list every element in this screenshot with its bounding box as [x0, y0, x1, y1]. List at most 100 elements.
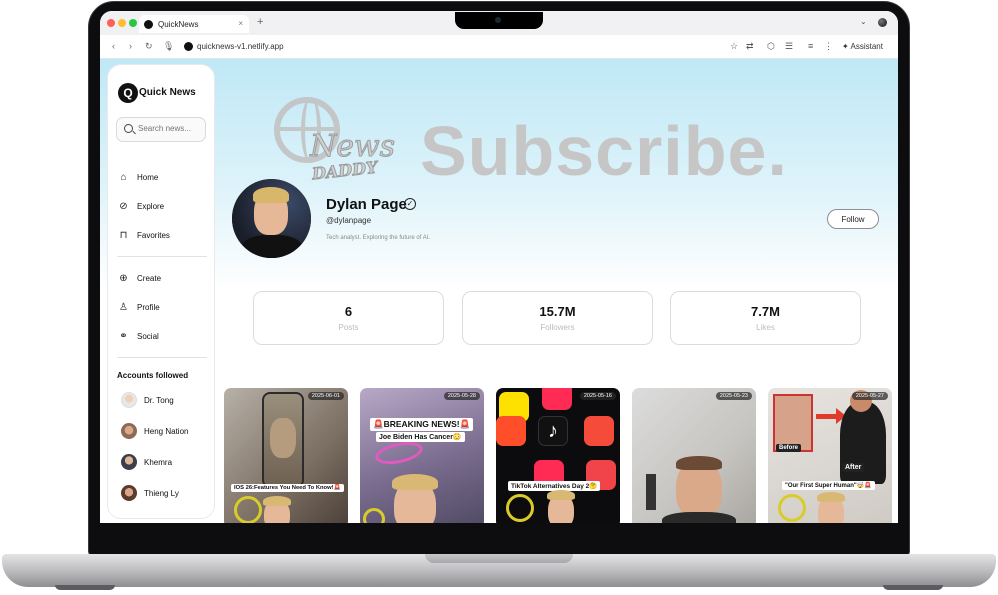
- banner-subscribe-word: Subscribe.: [420, 112, 788, 190]
- sidebar-divider: [117, 256, 207, 257]
- bookmark-star-icon[interactable]: ☆: [730, 41, 738, 52]
- user-icon: ♙: [119, 301, 128, 313]
- account-name: Dr. Tong: [144, 395, 174, 405]
- sidebar-item-explore[interactable]: ⊘ Explore: [118, 198, 208, 214]
- account-name: Khemra: [144, 457, 173, 467]
- avatar: [121, 392, 137, 408]
- sidebar-item-home[interactable]: ⌂ Home: [118, 169, 208, 185]
- logo-text[interactable]: Quick News: [139, 87, 196, 98]
- video-caption-secondary: Joe Biden Has Cancer😳: [376, 432, 465, 442]
- assistant-button[interactable]: ✦ Assistant: [842, 42, 883, 51]
- profile-name: Dylan Page: [326, 196, 407, 213]
- profile-bio: Tech analyst. Exploring the future of AI…: [326, 235, 431, 241]
- stat-card-followers: 15.7M Followers: [462, 291, 653, 345]
- account-name: Thieng Ly: [144, 488, 179, 498]
- accounts-followed-title: Accounts followed: [117, 371, 189, 380]
- sidebar-item-favorites[interactable]: ⊓ Favorites: [118, 227, 208, 243]
- banner-news-word: News: [309, 129, 396, 165]
- tab-close-icon[interactable]: ×: [238, 19, 243, 28]
- microphone-icon[interactable]: 🎙: [163, 41, 174, 52]
- sidebar-item-label: Explore: [137, 201, 165, 211]
- maximize-window-button[interactable]: [129, 19, 137, 27]
- tab-title: QuickNews: [158, 19, 199, 29]
- home-icon: ⌂: [120, 171, 127, 183]
- menu-lines-icon[interactable]: ≡: [808, 41, 813, 51]
- profile-avatar[interactable]: [232, 179, 311, 258]
- followed-account-khemra[interactable]: Khemra: [121, 453, 172, 471]
- stat-value: 6: [344, 304, 353, 319]
- globe-logo-icon: [363, 508, 385, 523]
- sidebar-item-social[interactable]: ⚭ Social: [118, 328, 208, 344]
- laptop-foot-left: [55, 585, 115, 590]
- search-box[interactable]: [116, 117, 206, 142]
- site-favicon-icon: [184, 42, 193, 51]
- video-card[interactable]: 2025-05-28 🚨BREAKING NEWS!🚨 Joe Biden Ha…: [360, 388, 484, 523]
- profile-handle: @dylanpage: [326, 216, 372, 225]
- stat-label: Followers: [540, 323, 575, 332]
- stat-label: Likes: [756, 323, 775, 332]
- tab-list-chevron-icon[interactable]: ⌄: [860, 17, 867, 26]
- link-icon: ⚭: [119, 330, 128, 342]
- new-tab-button[interactable]: +: [257, 16, 263, 28]
- video-date: 2025-05-16: [579, 392, 616, 400]
- reader-icon[interactable]: ☰: [785, 41, 793, 52]
- video-caption: "Our First Super Human"🤯🚨: [782, 481, 875, 490]
- close-window-button[interactable]: [107, 19, 115, 27]
- laptop-foot-right: [883, 585, 943, 590]
- stat-label: Posts: [338, 323, 359, 332]
- followed-account-thieng-ly[interactable]: Thieng Ly: [121, 484, 179, 502]
- camera-icon: [495, 17, 501, 23]
- bookmark-icon: ⊓: [119, 229, 128, 241]
- sidebar: Q Quick News ⌂ Home ⊘ Explore ⊓ Favorite…: [107, 64, 215, 519]
- quicknews-logo-icon[interactable]: Q: [118, 83, 138, 103]
- avatar: [121, 454, 137, 470]
- share-link-icon[interactable]: ⇄: [746, 41, 754, 52]
- kuaishou-icon: [496, 416, 526, 446]
- quicknews-favicon-icon: [144, 19, 153, 29]
- sidebar-item-label: Profile: [137, 302, 160, 312]
- reload-icon[interactable]: ↻: [145, 41, 153, 52]
- address-bar[interactable]: quicknews-v1.netlify.app: [197, 42, 284, 51]
- search-input[interactable]: [138, 124, 202, 133]
- page-content: News DADDY Subscribe. Q Quick News ⌂ Hom…: [100, 59, 898, 523]
- video-caption: IOS 26:Features You Need To Know!🚨: [231, 484, 344, 492]
- browser-toolbar: ‹ › ↻ 🎙 quicknews-v1.netlify.app ☆ ⇄ ⬡ ☰…: [100, 35, 898, 59]
- verified-icon: ✓: [404, 198, 416, 210]
- sidebar-item-create[interactable]: ⊕ Create: [118, 270, 208, 286]
- sidebar-divider: [117, 357, 207, 358]
- avatar: [121, 485, 137, 501]
- video-date: 2025-05-28: [443, 392, 480, 400]
- after-label: After: [842, 463, 865, 472]
- camera-notch: [455, 12, 543, 29]
- video-caption: 🚨BREAKING NEWS!🚨: [370, 418, 474, 431]
- video-card[interactable]: 2025-05-27 Before After "Our First Super…: [768, 388, 892, 523]
- stat-value: 15.7M: [539, 304, 576, 319]
- arrow-right-icon: [816, 414, 838, 419]
- minimize-window-button[interactable]: [118, 19, 126, 27]
- browser-profile-icon[interactable]: [878, 18, 887, 27]
- globe-logo-icon: [506, 494, 534, 522]
- video-card[interactable]: 2025-05-23: [632, 388, 756, 523]
- forward-arrow-icon[interactable]: ›: [129, 41, 132, 51]
- followed-account-heng-nation[interactable]: Heng Nation: [121, 422, 188, 440]
- followed-account-dr-tong[interactable]: Dr. Tong: [121, 391, 174, 409]
- video-card[interactable]: 2025-06-01 IOS 26:Features You Need To K…: [224, 388, 348, 523]
- tiktok-icon: ♪: [538, 416, 568, 446]
- account-name: Heng Nation: [144, 426, 189, 436]
- video-card[interactable]: ♪ 2025-05-16 TikTok Alternatives Day 2🤔: [496, 388, 620, 523]
- extensions-icon[interactable]: ⬡: [767, 41, 775, 52]
- sidebar-item-profile[interactable]: ♙ Profile: [118, 299, 208, 315]
- follow-button[interactable]: Follow: [827, 209, 879, 229]
- back-arrow-icon[interactable]: ‹: [112, 41, 115, 51]
- sidebar-item-label: Create: [137, 273, 162, 283]
- compass-icon: ⊘: [119, 200, 128, 212]
- screen: QuickNews × + ⌄ ‹ › ↻ 🎙 quicknews-v1.net…: [100, 11, 898, 523]
- browser-tab-quicknews[interactable]: QuickNews ×: [139, 15, 249, 33]
- before-label: Before: [776, 444, 802, 452]
- video-date: 2025-05-23: [715, 392, 752, 400]
- sidebar-item-label: Social: [137, 331, 159, 341]
- stat-card-posts: 6 Posts: [253, 291, 444, 345]
- assistant-label: Assistant: [850, 42, 883, 51]
- audio-waves-icon[interactable]: ⋮: [824, 41, 833, 52]
- globe-logo-icon: [234, 496, 262, 523]
